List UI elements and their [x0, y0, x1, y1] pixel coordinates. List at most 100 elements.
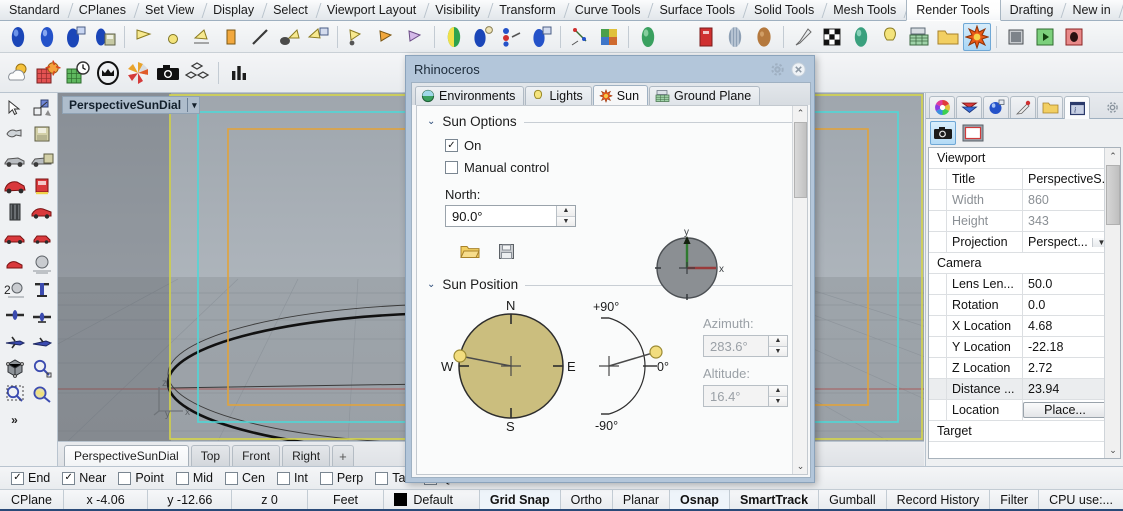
osnap-end-checkbox[interactable]: ✓	[11, 471, 24, 485]
render-stop-icon[interactable]	[1060, 23, 1088, 51]
directional-light-icon[interactable]	[188, 23, 216, 51]
menu-cplanes[interactable]: CPlanes	[70, 0, 136, 20]
scrollbar-thumb[interactable]	[1106, 165, 1120, 225]
plane-side-icon[interactable]	[1, 329, 28, 355]
car-small-icon[interactable]	[28, 199, 55, 225]
gear-icon[interactable]	[770, 62, 785, 77]
osnap-mid[interactable]: Mid	[171, 471, 218, 485]
osnap-int[interactable]: Int	[272, 471, 313, 485]
ground-plane-icon[interactable]	[692, 23, 720, 51]
checkbox-row-manual-control[interactable]: Manual control	[417, 153, 807, 175]
scroll-down-icon[interactable]: ⌄	[1105, 442, 1120, 458]
material-sphere-icon[interactable]	[440, 23, 468, 51]
view-frame-icon[interactable]	[960, 121, 986, 145]
altitude-dial-widget[interactable]: +90° -90° 0°	[579, 300, 687, 434]
box-cube-icon[interactable]	[1, 355, 28, 381]
render-blue-sphere-2-icon[interactable]	[33, 23, 61, 51]
panel-tab-eyedropper[interactable]	[1010, 96, 1036, 118]
spinner-up-icon[interactable]: ▲	[769, 336, 787, 347]
panel-tab-folder[interactable]	[1037, 96, 1063, 118]
plane-persp-icon[interactable]	[28, 329, 55, 355]
panel-gear-icon[interactable]	[1101, 96, 1123, 118]
spinner-down-icon[interactable]: ▼	[769, 396, 787, 406]
menu-select[interactable]: Select	[264, 0, 318, 20]
chevron-down-icon[interactable]: ⌄	[427, 279, 435, 290]
menu-mesh-tools[interactable]: Mesh Tools	[824, 0, 906, 20]
status-toggle-record-history[interactable]: Record History	[887, 490, 991, 509]
property-row-y-location[interactable]: Y Location -22.18	[929, 337, 1110, 358]
osnap-end[interactable]: ✓ End	[6, 471, 55, 485]
chevron-down-icon[interactable]: ⌄	[427, 116, 435, 127]
menu-new-in[interactable]: New in	[1063, 0, 1120, 20]
north-angle-input[interactable]: 90.0° ▲ ▼	[445, 205, 576, 227]
bulb-icon[interactable]	[876, 23, 904, 51]
menu-drafting[interactable]: Drafting	[1001, 0, 1064, 20]
light-off-icon[interactable]	[401, 23, 429, 51]
color-fan-icon[interactable]	[124, 59, 152, 87]
camera-icon[interactable]	[154, 59, 182, 87]
sun-grid-icon[interactable]	[34, 59, 62, 87]
point-light-icon[interactable]	[159, 23, 187, 51]
scrollbar-thumb[interactable]	[794, 122, 807, 198]
texture-map-icon[interactable]	[566, 23, 594, 51]
panel-tab-layers[interactable]	[956, 96, 982, 118]
car-right-icon[interactable]	[28, 173, 55, 199]
spinner-down-icon[interactable]: ▼	[769, 346, 787, 356]
north-spinner[interactable]: ▲ ▼	[556, 206, 575, 226]
dialog-scrollbar[interactable]: ⌃ ⌄	[792, 106, 807, 474]
property-value[interactable]: 4.68	[1023, 316, 1110, 336]
spinner-down-icon[interactable]: ▼	[557, 216, 575, 226]
scroll-up-icon[interactable]: ⌃	[793, 106, 807, 121]
property-row-location[interactable]: Location Place...	[929, 400, 1110, 421]
viewport-tab-top[interactable]: Top	[190, 445, 231, 466]
sphere-2-view-icon[interactable]: 2	[1, 277, 28, 303]
status-toggle-gumball[interactable]: Gumball	[819, 490, 887, 509]
film-icon[interactable]	[1002, 23, 1030, 51]
property-row-projection[interactable]: Projection Perspect... ▼	[929, 232, 1110, 253]
material-assign-icon[interactable]	[498, 23, 526, 51]
environment-edit-icon[interactable]	[663, 23, 691, 51]
menu-visibility[interactable]: Visibility	[426, 0, 490, 20]
osnap-mid-checkbox[interactable]	[175, 471, 189, 485]
menu-standard[interactable]: Standard	[0, 0, 70, 20]
plane-back-icon[interactable]	[28, 303, 55, 329]
viewport-tab-right[interactable]: Right	[282, 445, 331, 466]
panel-tab-properties[interactable]: i	[1064, 96, 1090, 119]
texture-palette-icon[interactable]	[595, 23, 623, 51]
property-value-combo[interactable]: Perspect... ▼	[1023, 232, 1110, 252]
dialog-title-bar[interactable]: Rhinoceros	[406, 56, 814, 82]
osnap-perp-checkbox[interactable]	[319, 471, 333, 485]
save-floppy-icon[interactable]	[28, 121, 55, 147]
ground-grid-icon[interactable]	[905, 23, 933, 51]
zoom-extents-icon[interactable]	[28, 381, 55, 407]
grab-hand-icon[interactable]	[1, 121, 28, 147]
property-value[interactable]: 50.0	[1023, 274, 1110, 294]
section-sun-options-header[interactable]: ⌄ Sun Options	[417, 106, 807, 129]
menu-transform[interactable]: Transform	[490, 0, 566, 20]
material-paint-icon[interactable]	[527, 23, 555, 51]
property-row-title[interactable]: Title PerspectiveS...	[929, 169, 1110, 190]
altitude-spinner[interactable]: ▲ ▼	[768, 386, 787, 406]
car-perspective-icon[interactable]	[1, 147, 28, 173]
osnap-int-checkbox[interactable]	[276, 471, 290, 485]
status-cplane[interactable]: CPlane	[0, 490, 64, 509]
status-toggle-osnap[interactable]: Osnap	[670, 490, 730, 509]
dialog-tab-lights[interactable]: Lights	[525, 86, 592, 105]
crown-icon[interactable]	[94, 59, 122, 87]
viewport-tab-front[interactable]: Front	[232, 445, 281, 466]
checkbox-row-on[interactable]: ✓ On	[417, 131, 807, 153]
status-units[interactable]: Feet	[308, 490, 385, 509]
select-box-icon[interactable]	[28, 95, 55, 121]
rhinoceros-sun-dialog[interactable]: Rhinoceros Environments Lights Sun Groun…	[405, 55, 815, 483]
clock-grid-icon[interactable]	[64, 59, 92, 87]
render-preview-icon[interactable]	[62, 23, 90, 51]
sun-burst-icon[interactable]	[963, 22, 991, 51]
status-layer[interactable]: Default	[384, 490, 480, 509]
azimuth-input[interactable]: 283.6° ▲ ▼	[703, 335, 788, 357]
menu-viewport-layout[interactable]: Viewport Layout	[318, 0, 426, 20]
material-editor-icon[interactable]	[469, 23, 497, 51]
dialog-tab-sun[interactable]: Sun	[592, 85, 649, 106]
light-properties-icon[interactable]	[304, 23, 332, 51]
spotlight-icon[interactable]	[130, 23, 158, 51]
car-front-icon[interactable]	[28, 147, 55, 173]
